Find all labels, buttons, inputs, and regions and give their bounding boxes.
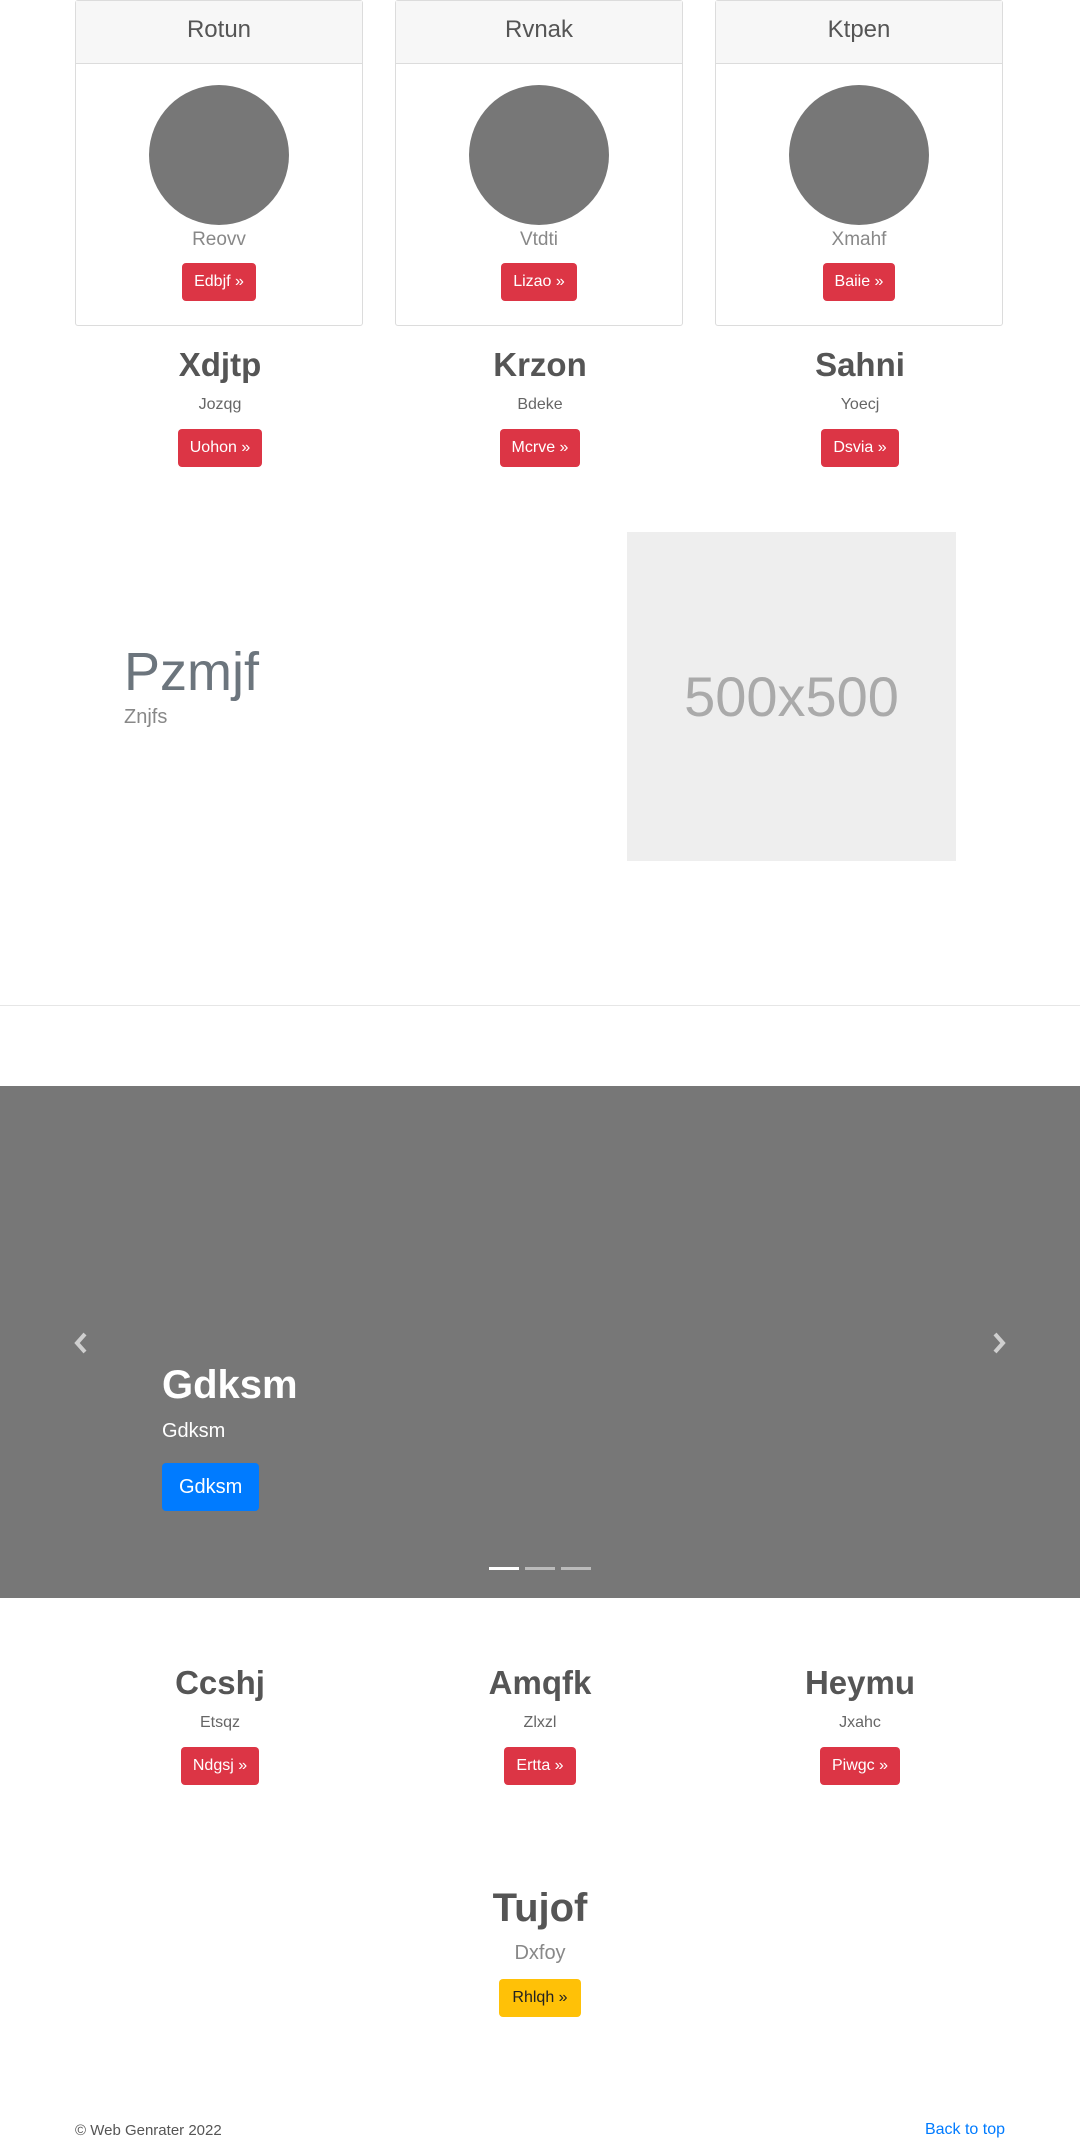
card-button[interactable]: Baiie » <box>822 263 896 301</box>
card-3: Ktpen Xmahf Baiie » <box>715 0 1003 326</box>
card-2: Rvnak Vtdti Lizao » <box>395 0 683 326</box>
column-text: Bdeke <box>517 396 563 413</box>
carousel-caption: Gdksm Gdksm Gdksm <box>162 1362 298 1511</box>
card-title: Ktpen <box>716 1 1002 64</box>
column-5: Amqfk Zlxzl Ertta » <box>395 1663 685 1785</box>
card-button[interactable]: Edbjf » <box>182 263 256 301</box>
carousel <box>0 1086 1080 1598</box>
column-button[interactable]: Dsvia » <box>821 429 899 467</box>
footer-copyright: © Web Genrater 2022 <box>75 2122 222 2139</box>
carousel-next[interactable] <box>979 1323 1019 1363</box>
card-1: Rotun Reovv Edbjf » <box>75 0 363 326</box>
card-subtitle: Reovv <box>192 229 246 250</box>
column-title: Xdjtp <box>178 346 262 383</box>
column-button[interactable]: Ndgsj » <box>180 1747 260 1785</box>
column-title: Heymu <box>804 1664 916 1701</box>
feature-subheading: Znjfs <box>124 706 168 728</box>
column-3: Sahni Yoecj Dsvia » <box>715 345 1005 467</box>
column-text: Jozqg <box>198 396 242 413</box>
column-button[interactable]: Uohon » <box>177 429 263 467</box>
cta-title: Tujof <box>492 1886 588 1930</box>
carousel-indicator-2[interactable] <box>525 1567 555 1570</box>
column-4: Ccshj Etsqz Ndgsj » <box>75 1663 365 1785</box>
column-button[interactable]: Mcrve » <box>499 429 581 467</box>
avatar <box>149 85 289 225</box>
column-text: Jxahc <box>839 1714 881 1731</box>
cta-text: Dxfoy <box>514 1942 566 1964</box>
carousel-button[interactable]: Gdksm <box>162 1463 260 1511</box>
divider <box>0 1005 1080 1006</box>
carousel-indicator-1[interactable] <box>489 1567 519 1570</box>
column-title: Krzon <box>493 346 587 383</box>
column-text: Yoecj <box>840 396 880 413</box>
card-button[interactable]: Lizao » <box>501 263 577 301</box>
back-to-top-link[interactable]: Back to top <box>925 2121 1005 2139</box>
card-title: Rotun <box>76 1 362 64</box>
card-subtitle: Vtdti <box>519 229 559 250</box>
carousel-prev[interactable] <box>61 1323 101 1363</box>
feature-heading: Pzmjf <box>124 642 259 702</box>
column-button[interactable]: Ertta » <box>504 1747 576 1785</box>
column-6: Heymu Jxahc Piwgc » <box>715 1663 1005 1785</box>
card-subtitle: Xmahf <box>831 229 887 250</box>
column-text: Zlxzl <box>523 1714 557 1731</box>
avatar <box>469 85 609 225</box>
avatar <box>789 85 929 225</box>
placeholder-image: 500x500 <box>627 532 956 861</box>
column-text: Etsqz <box>199 1714 240 1731</box>
carousel-text: Gdksm <box>162 1420 226 1442</box>
column-title: Amqfk <box>488 1664 592 1701</box>
column-2: Krzon Bdeke Mcrve » <box>395 345 685 467</box>
column-title: Sahni <box>815 346 905 383</box>
chevron-left-icon <box>74 1332 87 1354</box>
carousel-title: Gdksm <box>162 1363 298 1407</box>
column-title: Ccshj <box>175 1664 265 1701</box>
cta: Tujof Dxfoy Rhlqh » <box>390 1884 690 2017</box>
card-title: Rvnak <box>396 1 682 64</box>
placeholder-label: 500x500 <box>684 665 899 728</box>
cta-button[interactable]: Rhlqh » <box>499 1979 581 2017</box>
carousel-indicator-3[interactable] <box>561 1567 591 1570</box>
column-button[interactable]: Piwgc » <box>819 1747 901 1785</box>
chevron-right-icon <box>993 1332 1006 1354</box>
column-1: Xdjtp Jozqg Uohon » <box>75 345 365 467</box>
